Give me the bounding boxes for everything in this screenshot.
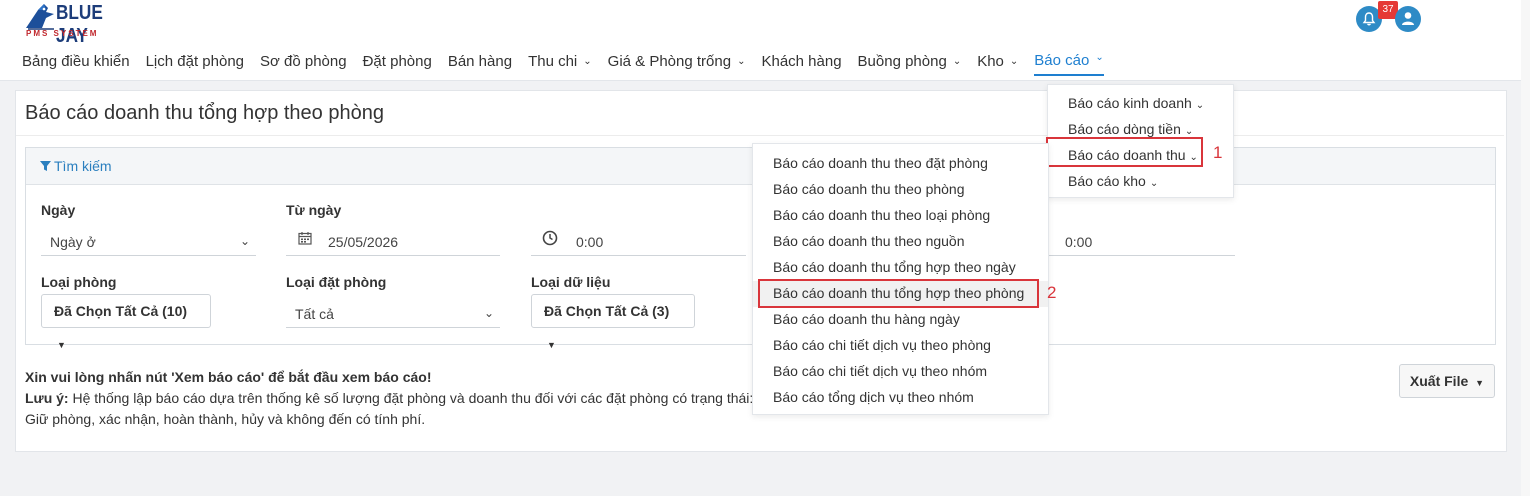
- nav-rates-availability[interactable]: Giá & Phòng trống ⌄: [608, 50, 746, 72]
- note-text-2: Giữ phòng, xác nhận, hoàn thành, hủy và …: [25, 411, 426, 427]
- nav-reports[interactable]: Báo cáo ⌄: [1034, 50, 1104, 76]
- nav-label: Bảng điều khiển: [22, 52, 130, 70]
- nav-label: Kho: [977, 52, 1004, 70]
- from-date-value: 25/05/2026: [328, 234, 399, 250]
- nav-bookings[interactable]: Đặt phòng: [363, 50, 432, 72]
- highlight-box-step-2: [758, 279, 1039, 308]
- chevron-down-icon: ⌄: [1009, 55, 1019, 67]
- chevron-down-icon: ⌄: [1149, 178, 1159, 189]
- chevron-down-icon: ⌄: [239, 234, 250, 248]
- submenu-item-revenue-by-room[interactable]: Báo cáo doanh thu theo phòng: [773, 181, 965, 197]
- chevron-down-icon: ⌄: [583, 55, 592, 67]
- nav-booking-calendar[interactable]: Lịch đặt phòng: [146, 50, 244, 72]
- nav-label: Giá & Phòng trống: [607, 52, 732, 70]
- nav-room-map[interactable]: Sơ đồ phòng: [260, 50, 347, 72]
- nav-warehouse[interactable]: Kho ⌄: [977, 50, 1018, 72]
- nav-label: Lịch đặt phòng: [145, 52, 245, 70]
- chevron-down-icon: ⌄: [1095, 52, 1104, 63]
- room-type-dropdown[interactable]: Đã Chọn Tất Cả (10) ▼: [41, 294, 211, 350]
- submenu-item-service-total-by-group[interactable]: Báo cáo tổng dịch vụ theo nhóm: [773, 389, 974, 405]
- chevron-down-icon: ⌄: [1195, 100, 1205, 111]
- nav-label: Sơ đồ phòng: [260, 52, 347, 70]
- nav-label: Bán hàng: [447, 52, 513, 70]
- report-note: Xin vui lòng nhấn nút 'Xem báo cáo' để b…: [25, 367, 765, 430]
- to-time-value: 0:00: [1065, 234, 1093, 250]
- vertical-scrollbar[interactable]: [1521, 0, 1530, 496]
- nav-customers[interactable]: Khách hàng: [761, 50, 841, 72]
- clock-icon: [542, 230, 558, 246]
- caret-down-icon: ▼: [547, 340, 556, 350]
- logo-title: BLUE JAY: [56, 2, 103, 47]
- nav-label: Thu chi: [528, 52, 578, 70]
- user-icon: [1402, 12, 1414, 25]
- data-type-dropdown[interactable]: Đã Chọn Tất Cả (3) ▼: [531, 294, 695, 350]
- main-nav: Bảng điều khiển Lịch đặt phòng Sơ đồ phò…: [22, 50, 1120, 76]
- highlight-box-step-1: [1046, 137, 1203, 167]
- submenu-item-service-detail-by-room[interactable]: Báo cáo chi tiết dịch vụ theo phòng: [773, 337, 991, 353]
- note-label: Lưu ý:: [25, 390, 69, 406]
- nav-income-expense[interactable]: Thu chi ⌄: [528, 50, 592, 72]
- filter-icon: [40, 161, 51, 171]
- submenu-item-daily-revenue[interactable]: Báo cáo doanh thu hàng ngày: [773, 311, 960, 327]
- booking-type-label: Loại đặt phòng: [286, 274, 387, 290]
- booking-type-value: Tất cả: [295, 306, 334, 322]
- data-type-value: Đã Chọn Tất Cả (3): [544, 303, 670, 319]
- chevron-down-icon: ⌄: [952, 55, 962, 67]
- from-time-input[interactable]: 0:00: [531, 228, 746, 256]
- search-header-label: Tìm kiếm: [40, 158, 112, 174]
- to-time-input[interactable]: 0:00: [1048, 228, 1235, 256]
- date-type-value: Ngày ở: [50, 234, 96, 250]
- divider: [16, 135, 1504, 136]
- from-time-value: 0:00: [576, 234, 604, 250]
- user-avatar-button[interactable]: [1395, 6, 1421, 32]
- room-type-label: Loại phòng: [41, 274, 117, 290]
- chevron-down-icon: ⌄: [1184, 126, 1194, 137]
- caret-down-icon: ▼: [57, 340, 66, 350]
- blue-jay-bird-icon: [26, 4, 54, 30]
- instruction-text: Xin vui lòng nhấn nút 'Xem báo cáo' để b…: [25, 369, 432, 385]
- menu-item-label: Báo cáo kho: [1068, 173, 1146, 189]
- data-type-label: Loại dữ liệu: [531, 274, 611, 290]
- top-bar: BLUE JAY PMS SYSTEM 37 Bảng điều khiển L…: [0, 0, 1530, 81]
- date-type-select[interactable]: Ngày ở ⌄: [41, 228, 256, 256]
- bell-icon: [1362, 12, 1376, 26]
- nav-label: Báo cáo: [1034, 52, 1090, 69]
- nav-sales[interactable]: Bán hàng: [448, 50, 512, 72]
- search-header-text: Tìm kiếm: [54, 158, 112, 174]
- logo-subtitle: PMS SYSTEM: [26, 29, 99, 38]
- menu-item-cashflow-report[interactable]: Báo cáo dòng tiền ⌄: [1068, 121, 1193, 137]
- chevron-down-icon: ⌄: [483, 306, 494, 320]
- page-title: Báo cáo doanh thu tổng hợp theo phòng: [25, 102, 384, 124]
- logo[interactable]: BLUE JAY PMS SYSTEM: [24, 2, 134, 47]
- nav-label: Đặt phòng: [362, 52, 432, 70]
- nav-label: Buồng phòng: [857, 52, 947, 70]
- from-date-label: Từ ngày: [286, 202, 342, 218]
- nav-label: Khách hàng: [761, 52, 842, 70]
- menu-item-business-report[interactable]: Báo cáo kinh doanh ⌄: [1068, 95, 1204, 111]
- nav-housekeeping[interactable]: Buồng phòng ⌄: [858, 50, 962, 72]
- step-1-marker: 1: [1213, 143, 1223, 162]
- note-text: Hệ thống lập báo cáo dựa trên thống kê s…: [68, 390, 754, 406]
- export-file-button[interactable]: Xuất File ▼: [1399, 364, 1495, 398]
- date-type-label: Ngày: [41, 202, 76, 218]
- booking-type-select[interactable]: Tất cả ⌄: [286, 300, 500, 328]
- submenu-item-revenue-by-source[interactable]: Báo cáo doanh thu theo nguồn: [773, 233, 965, 249]
- export-label: Xuất File: [1409, 373, 1469, 389]
- menu-item-label: Báo cáo kinh doanh: [1068, 95, 1192, 111]
- calendar-icon: [298, 232, 312, 245]
- submenu-item-revenue-summary-by-day[interactable]: Báo cáo doanh thu tổng hợp theo ngày: [773, 259, 1016, 275]
- chevron-down-icon: ⌄: [737, 55, 746, 67]
- step-2-marker: 2: [1047, 283, 1057, 302]
- caret-down-icon: ▼: [1475, 378, 1485, 388]
- menu-item-warehouse-report[interactable]: Báo cáo kho ⌄: [1068, 173, 1158, 189]
- room-type-value: Đã Chọn Tất Cả (10): [54, 303, 188, 319]
- menu-item-label: Báo cáo dòng tiền: [1068, 121, 1181, 137]
- submenu-item-service-detail-by-group[interactable]: Báo cáo chi tiết dịch vụ theo nhóm: [773, 363, 987, 379]
- submenu-item-revenue-by-room-type[interactable]: Báo cáo doanh thu theo loại phòng: [773, 207, 990, 223]
- from-date-input[interactable]: 25/05/2026: [286, 228, 500, 256]
- submenu-item-revenue-by-booking[interactable]: Báo cáo doanh thu theo đặt phòng: [773, 155, 988, 171]
- nav-dashboard[interactable]: Bảng điều khiển: [22, 50, 130, 72]
